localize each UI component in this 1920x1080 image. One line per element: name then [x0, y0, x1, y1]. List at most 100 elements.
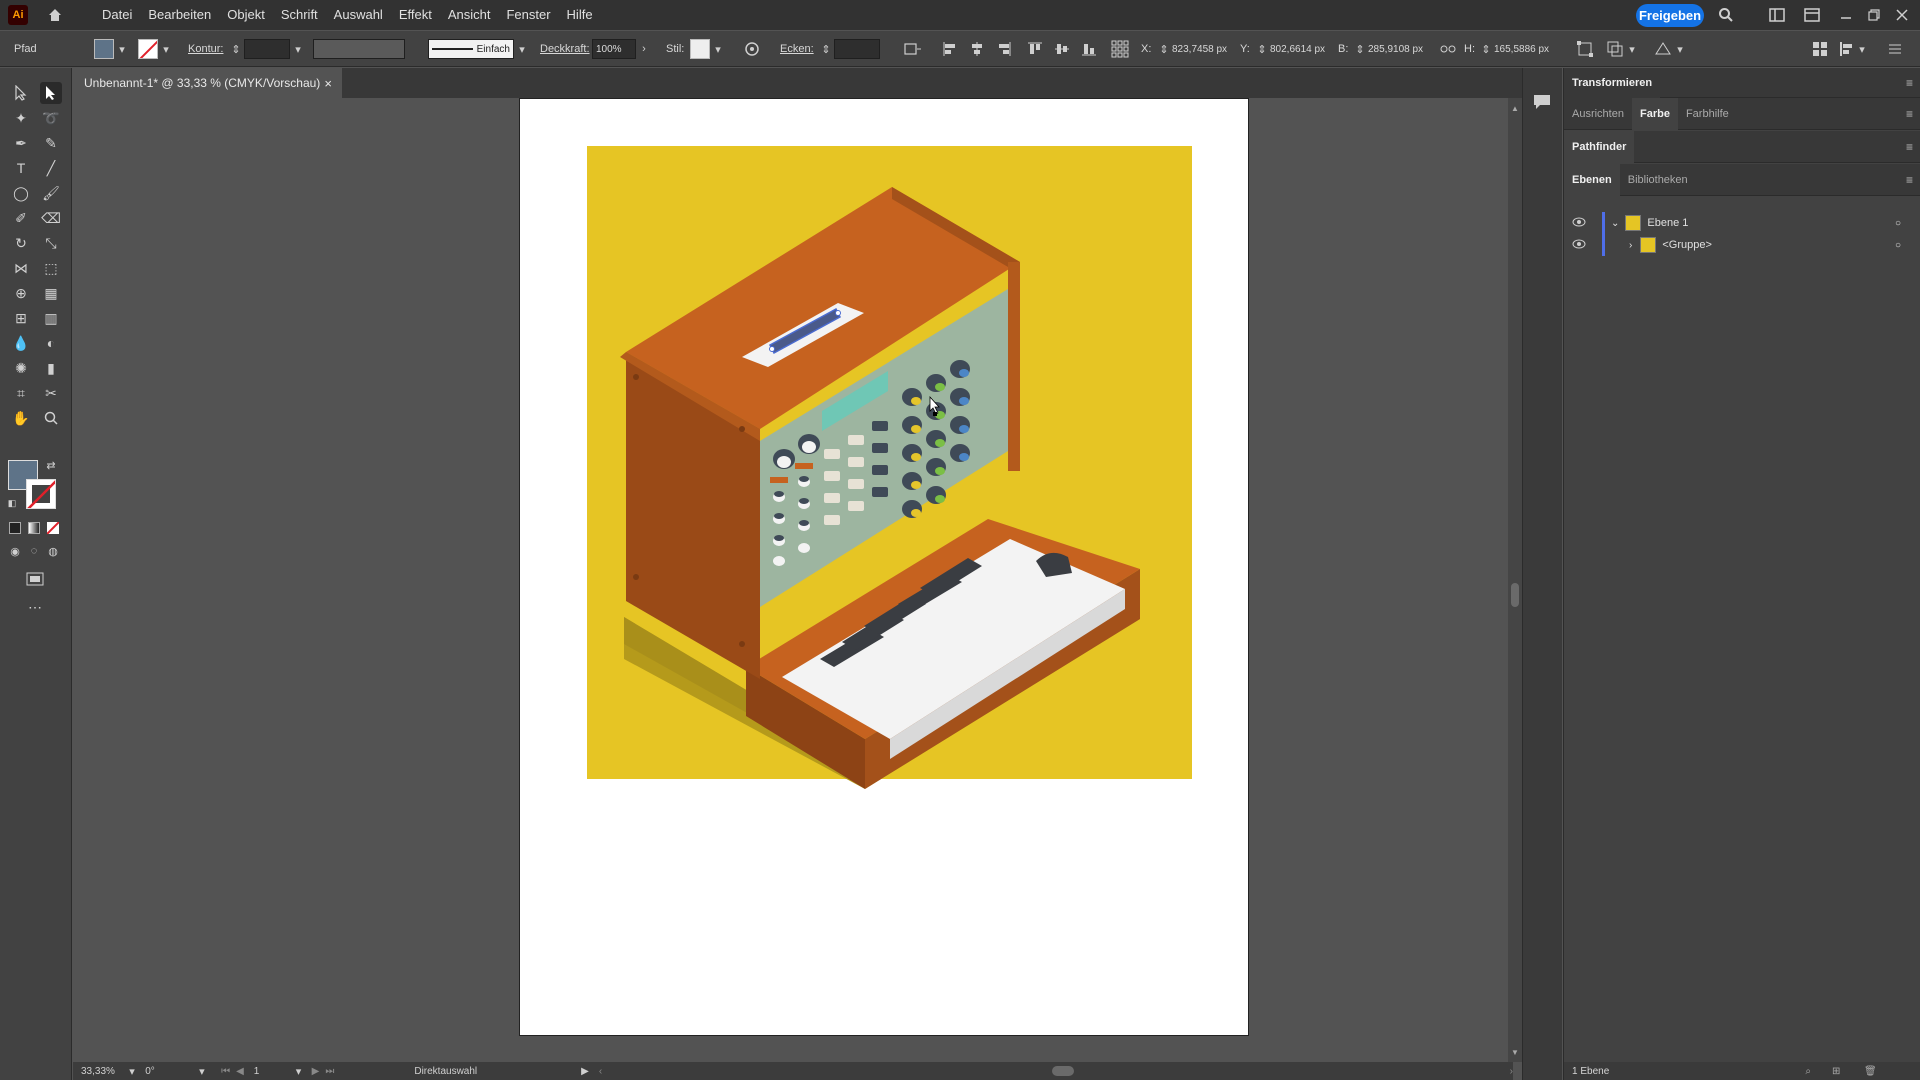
new-layer-icon[interactable]: ⊞	[1832, 1066, 1840, 1077]
align-to-icon[interactable]	[904, 31, 922, 67]
align-vcenter-icon[interactable]	[1054, 31, 1070, 67]
target-circle-icon[interactable]: ○	[1895, 218, 1901, 229]
transform-icon[interactable]	[1576, 31, 1594, 67]
menu-datei[interactable]: Datei	[94, 0, 140, 30]
next-artboard-icon[interactable]: ▶	[312, 1066, 320, 1077]
menu-hilfe[interactable]: Hilfe	[559, 0, 601, 30]
w-field[interactable]: ⇕ 285,9108 px	[1352, 31, 1423, 67]
gradient-tool-icon[interactable]: ▥	[40, 307, 62, 329]
draw-inside-icon[interactable]: ◍	[44, 542, 62, 560]
mesh-tool-icon[interactable]: ⊞	[10, 307, 32, 329]
draw-normal-icon[interactable]: ◉	[6, 542, 24, 560]
panel-menu-icon[interactable]: ≡	[1906, 107, 1913, 121]
locate-object-icon[interactable]: ⌕	[1805, 1066, 1811, 1077]
isolate-icon[interactable]: ▾	[1654, 31, 1688, 67]
style-swatch[interactable]: ▾	[690, 31, 726, 67]
home-icon[interactable]	[44, 4, 66, 26]
shaper-tool-icon[interactable]: ✐	[10, 207, 32, 229]
menu-auswahl[interactable]: Auswahl	[326, 0, 391, 30]
menu-bearbeiten[interactable]: Bearbeiten	[140, 0, 219, 30]
align-right-icon[interactable]	[996, 31, 1012, 67]
variable-width-profile[interactable]	[313, 31, 405, 67]
zoom-dropdown-icon[interactable]: ▾	[125, 1063, 139, 1079]
opacity-field[interactable]: 100% ›	[592, 31, 652, 67]
scroll-up-icon[interactable]: ▲	[1511, 104, 1519, 113]
eraser-tool-icon[interactable]: ⌫	[40, 207, 62, 229]
y-field[interactable]: ⇕ 802,6614 px	[1254, 31, 1325, 67]
panel-menu-icon[interactable]: ≡	[1906, 140, 1913, 154]
direct-selection-tool-icon[interactable]	[40, 82, 62, 104]
layer-row[interactable]: ⌄ Ebene 1 ○	[1564, 212, 1920, 234]
zoom-tool-icon[interactable]	[40, 407, 62, 429]
line-tool-icon[interactable]: ╱	[40, 157, 62, 179]
menu-ansicht[interactable]: Ansicht	[440, 0, 499, 30]
corners-field[interactable]: ⇕	[818, 31, 880, 67]
tab-bibliotheken[interactable]: Bibliotheken	[1620, 164, 1696, 196]
transform-panel-header[interactable]: Transformieren ≡	[1564, 67, 1920, 98]
rotation-value[interactable]: 0°	[145, 1066, 155, 1077]
align-panel-icon[interactable]: ▾	[1838, 31, 1870, 67]
ellipse-tool-icon[interactable]: ◯	[10, 182, 32, 204]
last-artboard-icon[interactable]: ⏭	[325, 1066, 334, 1077]
tab-pathfinder[interactable]: Pathfinder	[1564, 130, 1635, 163]
scroll-down-icon[interactable]: ▼	[1511, 1048, 1519, 1057]
pen-tool-icon[interactable]: ✒	[10, 132, 32, 154]
canvas-area[interactable]	[73, 98, 1513, 1062]
swap-colors-icon[interactable]: ⇄	[44, 458, 58, 472]
artboard-tool-icon[interactable]: ⌗	[10, 382, 32, 404]
artboard-number[interactable]: 1	[254, 1066, 260, 1077]
h-field[interactable]: ⇕ 165,5886 px	[1478, 31, 1549, 67]
first-artboard-icon[interactable]: ⏮	[221, 1066, 230, 1077]
transform-tab[interactable]: Transformieren	[1564, 67, 1661, 98]
type-tool-icon[interactable]: T	[10, 157, 32, 179]
menu-effekt[interactable]: Effekt	[391, 0, 440, 30]
zoom-level[interactable]: 33,33%	[81, 1066, 115, 1077]
x-value[interactable]: 823,7458 px	[1172, 44, 1227, 55]
panel-menu-icon[interactable]: ≡	[1906, 76, 1913, 90]
blend-tool-icon[interactable]: ◐	[40, 332, 62, 354]
opacity-value[interactable]: 100%	[592, 39, 636, 59]
brush-definition-select[interactable]: Einfach ▾	[428, 31, 530, 67]
workspace-icon[interactable]	[1767, 5, 1787, 25]
none-mode-icon[interactable]	[44, 519, 62, 537]
tab-farbhilfe[interactable]: Farbhilfe	[1678, 98, 1737, 130]
stroke-weight-stepper[interactable]: ⇕ ▾	[228, 31, 306, 67]
arrange-docs-icon[interactable]	[1802, 5, 1822, 25]
anchor-point[interactable]	[835, 310, 841, 316]
selection-tool-icon[interactable]	[10, 82, 32, 104]
hscroll-left-icon[interactable]: ‹	[599, 1066, 602, 1077]
anchor-point[interactable]	[769, 346, 775, 352]
panel-layout-icon[interactable]	[1812, 31, 1828, 67]
hscroll-right-icon[interactable]: ›	[1510, 1066, 1513, 1077]
gradient-mode-icon[interactable]	[25, 519, 43, 537]
fill-swatch-control[interactable]: ▾	[94, 31, 130, 67]
layer-name[interactable]: <Gruppe>	[1662, 239, 1712, 251]
menu-fenster[interactable]: Fenster	[498, 0, 558, 30]
lasso-tool-icon[interactable]: ➰	[40, 107, 62, 129]
status-menu-icon[interactable]: ▶	[581, 1066, 589, 1077]
shape-builder-tool-icon[interactable]: ⊕	[10, 282, 32, 304]
h-value[interactable]: 165,5886 px	[1494, 44, 1549, 55]
width-tool-icon[interactable]: ⋈	[10, 257, 32, 279]
share-button[interactable]: Freigeben	[1636, 4, 1704, 27]
scroll-thumb[interactable]	[1511, 583, 1519, 607]
vertical-scrollbar[interactable]: ▲ ▼	[1508, 98, 1522, 1062]
free-transform-tool-icon[interactable]: ⬚	[40, 257, 62, 279]
chevron-down-icon[interactable]: ⌄	[1611, 218, 1619, 229]
panel-menu-icon[interactable]: ≡	[1906, 173, 1913, 187]
delete-layer-icon[interactable]: 🗑	[1864, 1066, 1877, 1077]
more-tools-icon[interactable]: ⋯	[24, 596, 46, 618]
hscroll-thumb[interactable]	[1052, 1066, 1074, 1076]
prev-artboard-icon[interactable]: ◀	[236, 1066, 244, 1077]
search-icon[interactable]	[1716, 5, 1736, 25]
synthesizer-illustration[interactable]	[520, 99, 1250, 1037]
perspective-grid-tool-icon[interactable]: ▦	[40, 282, 62, 304]
chevron-right-icon[interactable]: ›	[1629, 240, 1632, 251]
control-menu-icon[interactable]	[1888, 31, 1902, 67]
color-mode-icon[interactable]	[6, 519, 24, 537]
paintbrush-tool-icon[interactable]: 🖌	[40, 182, 62, 204]
target-circle-icon[interactable]: ○	[1895, 240, 1901, 251]
document-tab[interactable]: Unbenannt-1* @ 33,33 % (CMYK/Vorschau) ×	[72, 68, 342, 98]
close-icon[interactable]: ×	[324, 76, 332, 91]
minimize-icon[interactable]	[1836, 5, 1856, 25]
